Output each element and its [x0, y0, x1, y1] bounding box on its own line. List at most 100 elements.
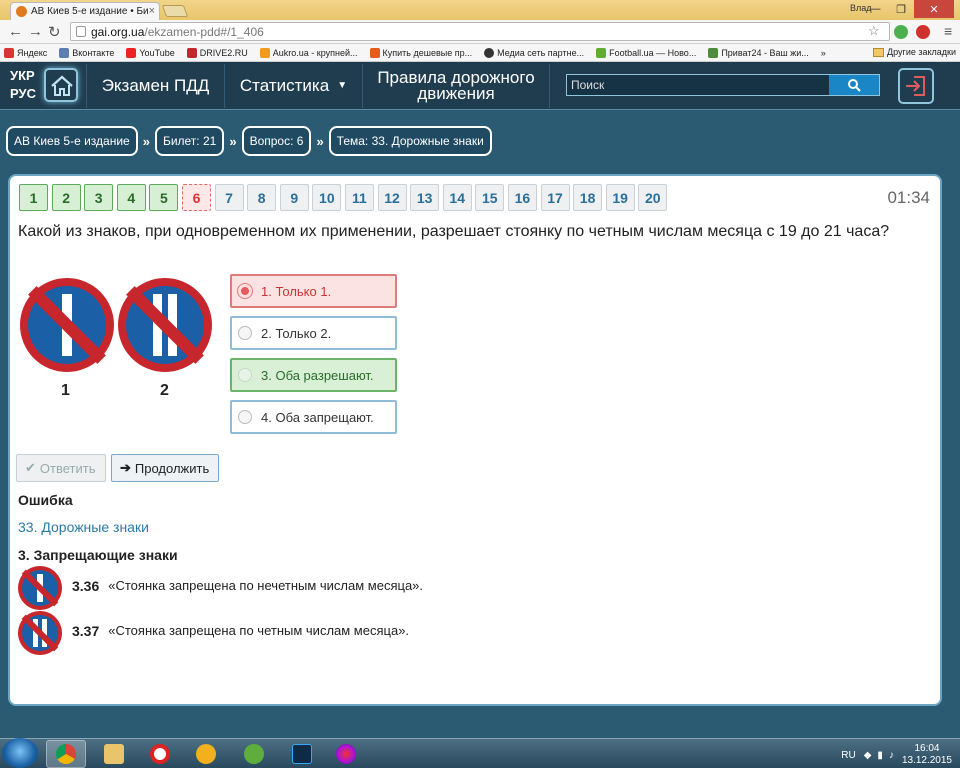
rule-item: 3.37 «Стоянка запрещена по четным числам… — [72, 623, 409, 639]
input-language[interactable]: RU — [841, 750, 855, 761]
question-number-current[interactable]: 6 — [181, 184, 211, 211]
radio-icon[interactable] — [238, 368, 252, 382]
bookmark-star-icon[interactable]: ☆ — [868, 23, 880, 39]
bookmark-item[interactable]: Приват24 - Ваш жи... — [708, 47, 809, 58]
taskbar-photoshop[interactable] — [282, 740, 322, 768]
question-number-button[interactable]: 1 — [19, 184, 48, 211]
taskbar: RU ◆ ▮ ♪ 16:04 13.12.2015 — [0, 738, 960, 768]
question-number-button[interactable]: 19 — [605, 184, 635, 211]
question-number-button[interactable]: 5 — [149, 184, 179, 211]
question-number-button[interactable]: 3 — [84, 184, 114, 211]
question-number-button[interactable]: 7 — [214, 184, 244, 211]
question-number-button[interactable]: 17 — [540, 184, 570, 211]
maximize-icon[interactable]: ❐ — [888, 0, 914, 18]
youtube-icon — [126, 47, 137, 58]
logout-button[interactable] — [898, 68, 934, 104]
rule-text: «Стоянка запрещена по четным числам меся… — [108, 623, 410, 638]
answer-option-1[interactable]: 1. Только 1. — [230, 274, 397, 308]
browser-tab[interactable]: АВ Киев 5-е издание • Би × — [10, 2, 160, 20]
bookmark-item[interactable]: YouTube — [126, 47, 175, 58]
question-number-button[interactable]: 18 — [573, 184, 603, 211]
answer-label: 3. Оба разрешают. — [261, 367, 374, 383]
crumb-topic[interactable]: Тема: 33. Дорожные знаки — [328, 126, 492, 156]
new-tab-button[interactable] — [161, 5, 189, 17]
lang-rus[interactable]: РУС — [10, 85, 36, 103]
extension-icon[interactable] — [894, 25, 908, 39]
arrow-right-icon: ➔ — [120, 460, 131, 475]
volume-icon[interactable]: ♪ — [889, 750, 894, 761]
submit-answer-button[interactable]: ✔ Ответить — [16, 454, 106, 482]
tab-close-icon[interactable]: × — [149, 5, 155, 17]
radio-icon[interactable] — [238, 410, 252, 424]
other-bookmarks[interactable]: Другие закладки — [873, 47, 956, 57]
nav-statistics-label: Статистика — [239, 76, 330, 95]
question-number-button[interactable]: 13 — [410, 184, 440, 211]
sign-label: 2 — [160, 382, 169, 399]
question-number-button[interactable]: 2 — [51, 184, 81, 211]
question-number-button[interactable]: 14 — [442, 184, 472, 211]
bookmark-item[interactable]: Aukro.ua - крупней... — [259, 47, 358, 58]
reload-icon[interactable]: ↻ — [48, 23, 61, 41]
nav-statistics[interactable]: Статистика ▼ — [224, 64, 362, 108]
search-button[interactable] — [829, 75, 879, 95]
search-input[interactable] — [567, 75, 829, 95]
taskbar-opera[interactable] — [140, 740, 180, 768]
question-number-button[interactable]: 4 — [116, 184, 146, 211]
parking-odd-days-sign-icon — [20, 278, 114, 372]
question-number-button[interactable]: 11 — [344, 184, 374, 211]
radio-selected-icon[interactable] — [238, 284, 252, 298]
taskbar-utorrent[interactable] — [234, 740, 274, 768]
search-box — [566, 74, 880, 96]
answer-option-2[interactable]: 2. Только 2. — [230, 316, 397, 350]
answer-option-3[interactable]: 3. Оба разрешают. — [230, 358, 397, 392]
start-button[interactable] — [2, 738, 38, 768]
question-number-button[interactable]: 10 — [312, 184, 342, 211]
taskbar-explorer[interactable] — [94, 740, 134, 768]
network-icon[interactable]: ▮ — [877, 750, 883, 761]
question-number-button[interactable]: 12 — [377, 184, 407, 211]
opera-extension-icon[interactable] — [916, 25, 930, 39]
question-number-button[interactable]: 8 — [247, 184, 277, 211]
clock[interactable]: 16:04 13.12.2015 — [902, 743, 952, 767]
crumb-edition[interactable]: АВ Киев 5-е издание — [6, 126, 138, 156]
question-number-button[interactable]: 9 — [279, 184, 309, 211]
tray-icon[interactable]: ◆ — [864, 750, 872, 761]
radio-icon[interactable] — [238, 326, 252, 340]
forward-icon[interactable]: → — [28, 23, 43, 40]
minimize-icon[interactable]: — — [862, 0, 888, 18]
url-path: /ekzamen-pdd#/1_406 — [144, 25, 264, 39]
browser-menu-icon[interactable]: ≡ — [944, 23, 952, 39]
url-input[interactable]: gai.org.ua/ekzamen-pdd#/1_406 — [70, 22, 890, 41]
answer-option-4[interactable]: 4. Оба запрещают. — [230, 400, 397, 434]
nav-exam[interactable]: Экзамен ПДД — [86, 64, 224, 108]
taskbar-media[interactable] — [326, 740, 366, 768]
continue-button[interactable]: ➔ Продолжить — [111, 454, 219, 482]
exam-timer: 01:34 — [887, 188, 930, 207]
bookmark-item[interactable]: DRIVE2.RU — [186, 47, 248, 58]
football-icon — [596, 47, 607, 58]
bookmark-item[interactable]: Яндекс — [4, 47, 47, 58]
crumb-question[interactable]: Вопрос: 6 — [241, 126, 312, 156]
nav-rules[interactable]: Правила дорожного движения — [362, 64, 550, 108]
question-number-button[interactable]: 20 — [638, 184, 668, 211]
taskbar-chrome[interactable] — [46, 740, 86, 768]
rule-code: 3.36 — [72, 578, 100, 594]
bookmark-item[interactable]: Football.ua — Ново... — [596, 47, 696, 58]
utorrent-icon — [244, 744, 264, 764]
question-number-button[interactable]: 15 — [475, 184, 505, 211]
close-window-icon[interactable]: ✕ — [914, 0, 954, 18]
chrome-icon — [56, 744, 76, 764]
home-button[interactable] — [44, 68, 78, 102]
topic-link[interactable]: 33. Дорожные знаки — [18, 519, 149, 535]
bookmark-item[interactable]: Медиа сеть партне... — [484, 47, 584, 58]
parking-even-days-sign-icon — [118, 278, 212, 372]
bookmark-more[interactable]: » — [821, 48, 826, 58]
language-switch[interactable]: УКР РУС — [10, 67, 36, 103]
crumb-ticket[interactable]: Билет: 21 — [154, 126, 225, 156]
question-number-button[interactable]: 16 — [507, 184, 537, 211]
lang-ukr[interactable]: УКР — [10, 67, 36, 85]
bookmark-item[interactable]: Вконтакте — [59, 47, 114, 58]
bookmark-item[interactable]: Купить дешевые пр... — [369, 47, 472, 58]
taskbar-aimp[interactable] — [186, 740, 226, 768]
back-icon[interactable]: ← — [8, 23, 23, 40]
